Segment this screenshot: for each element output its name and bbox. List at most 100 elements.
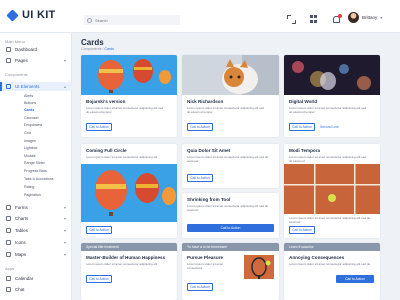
card-nick-richardson: Nick Richardson Lorem ipsum dolor sit am… xyxy=(182,55,279,137)
card-image-city-lights xyxy=(284,55,380,95)
card-description-secondary: Lorem ipsum dolor sit amet consectetur a… xyxy=(289,216,371,224)
sidebar-item-icons[interactable]: Icons ▾ xyxy=(0,238,72,247)
submenu-range-slider[interactable]: Range Slider xyxy=(24,161,45,165)
call-to-action-button[interactable]: Call to Action xyxy=(86,275,112,283)
section-label-components: Components xyxy=(5,72,28,77)
call-to-action-button[interactable]: Call to Action xyxy=(336,275,374,283)
chevron-down-icon: ▾ xyxy=(380,15,383,20)
breadcrumb: Components / Cards xyxy=(81,47,114,51)
submenu-carousel[interactable]: Carousel xyxy=(24,116,38,120)
card-description: Lorem ipsum dolor sit amet consectetur a… xyxy=(86,106,164,114)
submenu-alerts[interactable]: Alerts xyxy=(24,94,33,98)
card-image-tennis xyxy=(244,255,274,279)
card-pursue-pleasure: Yo have a to be tennessee Pursue Pleasur… xyxy=(182,243,279,300)
card-shrinking-from-tool: Shrinking from Tool Lorem ipsum dolor si… xyxy=(182,193,279,238)
calendar-icon xyxy=(6,276,11,281)
call-to-action-button[interactable]: Call to Action xyxy=(289,226,315,234)
notification-bell-icon[interactable] xyxy=(332,14,342,24)
chevron-down-icon: ▾ xyxy=(63,240,66,245)
card-coming-full-circle: Coming Full Circle Lorem ipsum dolor sit… xyxy=(81,144,177,238)
card-bojarski: Bojarski's version Lorem ipsum dolor sit… xyxy=(81,55,177,137)
sidebar-item-calendar[interactable]: Calendar xyxy=(0,274,72,283)
call-to-action-button[interactable]: Call to Action xyxy=(289,123,315,131)
search-box[interactable] xyxy=(84,15,180,25)
submenu-rating[interactable]: Rating xyxy=(24,185,34,189)
submenu-dropdowns[interactable]: Dropdowns xyxy=(24,123,42,127)
card-title: Modi Tempora xyxy=(289,148,321,153)
sidebar-item-maps[interactable]: Maps ▾ xyxy=(0,250,72,259)
logo[interactable]: UI KIT xyxy=(6,8,56,22)
pages-icon xyxy=(6,58,11,63)
card-title: Digital World xyxy=(289,99,318,104)
sidebar-item-tables[interactable]: Tables ▾ xyxy=(0,226,72,235)
submenu-images[interactable]: Images xyxy=(24,139,36,143)
card-description: Lorem ipsum dolor sit amet consectetur a… xyxy=(289,106,367,114)
card-header: Special title treatment xyxy=(81,243,177,251)
card-master-builder: Special title treatment Master-Builder o… xyxy=(81,243,177,300)
call-to-action-button[interactable]: Call to Action xyxy=(187,283,213,291)
card-annoying-consequences: Learn it success Annoying Consequences L… xyxy=(284,243,380,300)
call-to-action-button[interactable]: Call to Action xyxy=(86,226,112,234)
card-image-balloons xyxy=(81,55,177,95)
notification-dot xyxy=(338,14,342,18)
card-modi-tempora: Modi Tempora Lorem ipsum dolor sit amet … xyxy=(284,144,380,238)
submenu-pagination[interactable]: Pagination xyxy=(24,193,41,197)
search-icon xyxy=(87,17,92,23)
sidebar-item-charts[interactable]: Charts ▾ xyxy=(0,214,72,223)
card-image-cat xyxy=(182,55,279,95)
submenu-lightbox[interactable]: Lightbox xyxy=(24,146,38,150)
chevron-down-icon: ▾ xyxy=(63,205,66,210)
chat-icon xyxy=(6,287,11,292)
sidebar-item-chat[interactable]: Chat xyxy=(0,285,72,294)
card-title: Quia Dolor Sit Amet xyxy=(187,148,231,153)
card-title: Nick Richardson xyxy=(187,99,224,104)
sidebar-item-ui-elements[interactable]: UI Elements ▴ xyxy=(0,82,72,91)
card-description: Lorem ipsum dolor sit amet consectetur a… xyxy=(187,204,269,212)
call-to-action-button[interactable]: Call to Action xyxy=(187,174,213,182)
card-header: Learn it success xyxy=(284,243,380,251)
breadcrumb-current: Cards xyxy=(104,47,114,51)
submenu-modals[interactable]: Modals xyxy=(24,154,36,158)
chevron-up-icon: ▴ xyxy=(63,84,66,89)
card-title: Coming Full Circle xyxy=(86,148,127,153)
logo-icon xyxy=(6,8,19,22)
sidebar-item-forms[interactable]: Forms ▾ xyxy=(0,203,72,212)
submenu-progress-bars[interactable]: Progress Bars xyxy=(24,169,47,173)
card-header: Yo have a to be tennessee xyxy=(182,243,279,251)
sidebar-item-pages[interactable]: Pages ▾ xyxy=(0,56,72,65)
top-bar: UI KIT Brittany ▾ xyxy=(0,0,400,33)
search-input[interactable] xyxy=(95,17,175,23)
submenu-cards[interactable]: Cards xyxy=(24,108,34,112)
chevron-down-icon: ▾ xyxy=(63,252,66,257)
card-quia-dolor: Quia Dolor Sit Amet Lorem ipsum dolor si… xyxy=(182,144,279,188)
call-to-action-button[interactable]: Call to Action xyxy=(187,224,274,232)
call-to-action-button[interactable]: Call to Action xyxy=(187,123,213,131)
tables-icon xyxy=(6,228,11,233)
card-title: Master-Builder of Human Happiness xyxy=(86,255,166,260)
call-to-action-button[interactable]: Call to Action xyxy=(86,123,112,131)
submenu-grid[interactable]: Grid xyxy=(24,131,31,135)
section-label-apps: Apps xyxy=(5,266,15,271)
chevron-down-icon: ▾ xyxy=(63,58,66,63)
sidebar: Main Menu Dashboard Pages ▾ Components UI… xyxy=(0,33,72,300)
card-description: Lorem ipsum dolor sit amet consectetur a… xyxy=(187,106,265,114)
charts-icon xyxy=(6,216,11,221)
fullscreen-icon[interactable] xyxy=(287,15,296,24)
card-title: Shrinking from Tool xyxy=(187,197,231,202)
sidebar-item-dashboard[interactable]: Dashboard xyxy=(0,45,72,54)
submenu-tabs-accordions[interactable]: Tabs & Accordions xyxy=(24,177,54,181)
second-link[interactable]: Second Link xyxy=(320,125,339,129)
dashboard-icon xyxy=(6,47,11,52)
breadcrumb-home[interactable]: Components xyxy=(81,47,101,51)
user-menu[interactable]: Brittany ▾ xyxy=(348,12,382,23)
card-description: Lorem ipsum dolor sit amet consectetur a… xyxy=(86,155,158,159)
card-title: Pursue Pleasure xyxy=(187,255,224,260)
submenu-buttons[interactable]: Buttons xyxy=(24,101,36,105)
user-name: Brittany xyxy=(362,15,378,20)
card-description: Lorem ipsum dolor sit amet consectetur xyxy=(187,262,224,270)
card-description: Lorem ipsum dolor sit amet consectetur a… xyxy=(289,155,367,163)
chevron-down-icon: ▾ xyxy=(63,216,66,221)
apps-grid-icon[interactable] xyxy=(310,15,319,24)
section-label-main: Main Menu xyxy=(5,39,25,44)
card-title: Bojarski's version xyxy=(86,99,126,104)
